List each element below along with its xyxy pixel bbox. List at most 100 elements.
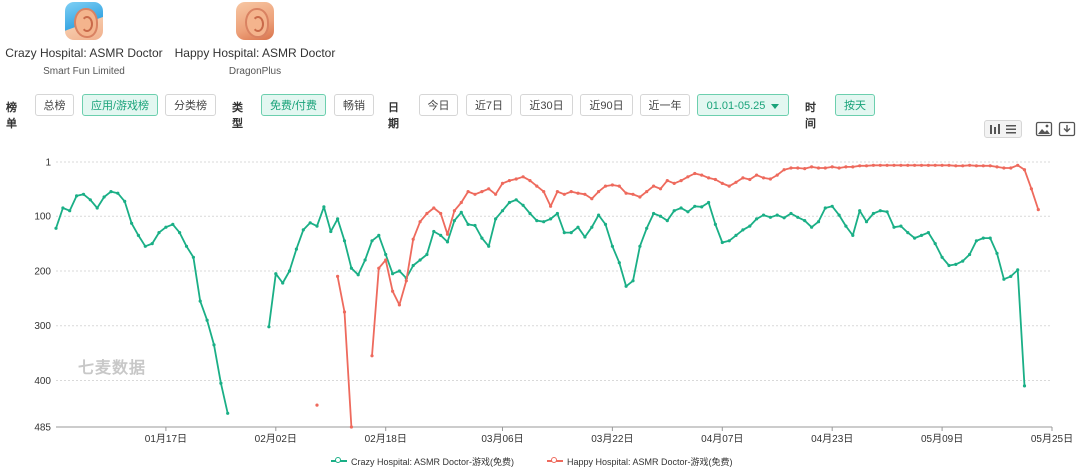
filter-app-game-list[interactable]: 应用/游戏榜 xyxy=(82,94,158,116)
data-point[interactable] xyxy=(542,220,546,224)
data-point[interactable] xyxy=(473,192,477,196)
data-point[interactable] xyxy=(418,258,422,262)
data-point[interactable] xyxy=(1002,166,1006,170)
data-point[interactable] xyxy=(500,209,505,213)
data-point[interactable] xyxy=(789,166,793,170)
data-point[interactable] xyxy=(631,279,635,283)
data-point[interactable] xyxy=(397,269,401,273)
filter-last-7-days[interactable]: 近7日 xyxy=(466,94,512,116)
data-point[interactable] xyxy=(425,211,429,216)
data-point[interactable] xyxy=(755,217,759,221)
data-point[interactable] xyxy=(75,194,79,198)
data-point[interactable] xyxy=(480,236,484,240)
save-image-button[interactable] xyxy=(1035,120,1053,138)
data-point[interactable] xyxy=(603,222,608,226)
data-point[interactable] xyxy=(761,176,766,180)
data-point[interactable] xyxy=(940,255,944,259)
data-point[interactable] xyxy=(665,179,669,183)
data-point[interactable] xyxy=(981,236,985,240)
data-point[interactable] xyxy=(1029,187,1033,191)
data-point[interactable] xyxy=(507,200,511,205)
data-point[interactable] xyxy=(377,266,381,270)
data-point[interactable] xyxy=(933,163,937,167)
data-point[interactable] xyxy=(397,303,401,307)
data-point[interactable] xyxy=(926,231,931,235)
data-point[interactable] xyxy=(466,222,470,226)
data-point[interactable] xyxy=(748,177,752,182)
data-point[interactable] xyxy=(198,299,202,303)
data-point[interactable] xyxy=(267,325,271,329)
data-point[interactable] xyxy=(157,231,161,235)
data-point[interactable] xyxy=(974,239,979,243)
data-point[interactable] xyxy=(645,190,649,194)
data-point[interactable] xyxy=(445,232,450,236)
data-point[interactable] xyxy=(954,164,958,168)
data-point[interactable] xyxy=(336,217,340,221)
data-point[interactable] xyxy=(425,252,429,257)
data-point[interactable] xyxy=(459,200,463,205)
data-point[interactable] xyxy=(768,177,773,181)
data-point[interactable] xyxy=(761,213,766,217)
data-point[interactable] xyxy=(679,179,683,183)
data-point[interactable] xyxy=(150,242,154,246)
data-point[interactable] xyxy=(555,211,560,216)
data-point[interactable] xyxy=(590,225,594,229)
data-point[interactable] xyxy=(514,177,518,181)
data-point[interactable] xyxy=(878,209,882,213)
data-point[interactable] xyxy=(617,184,621,188)
filter-free-paid[interactable]: 免费/付费 xyxy=(261,94,326,116)
data-point[interactable] xyxy=(899,224,903,228)
data-point[interactable] xyxy=(974,164,979,168)
data-point[interactable] xyxy=(782,168,786,172)
data-point[interactable] xyxy=(562,192,566,196)
data-point[interactable] xyxy=(487,187,491,191)
data-point[interactable] xyxy=(521,203,525,207)
data-point[interactable] xyxy=(741,176,745,180)
data-point[interactable] xyxy=(342,310,347,314)
data-point[interactable] xyxy=(136,233,140,237)
data-point[interactable] xyxy=(693,171,697,176)
data-point[interactable] xyxy=(713,177,718,182)
data-point[interactable] xyxy=(734,180,738,184)
data-point[interactable] xyxy=(109,190,113,194)
data-point[interactable] xyxy=(638,244,642,248)
data-point[interactable] xyxy=(844,224,848,228)
data-point[interactable] xyxy=(858,209,862,213)
data-point[interactable] xyxy=(851,233,855,237)
data-point[interactable] xyxy=(652,211,656,216)
data-point[interactable] xyxy=(823,166,827,170)
data-point[interactable] xyxy=(919,163,924,167)
data-point[interactable] xyxy=(349,266,353,270)
data-point[interactable] xyxy=(645,226,649,230)
data-point[interactable] xyxy=(576,191,580,195)
data-point[interactable] xyxy=(528,211,532,216)
data-point[interactable] xyxy=(116,191,120,195)
data-point[interactable] xyxy=(961,164,965,168)
data-point[interactable] xyxy=(418,220,422,224)
date-range-select[interactable]: 01.01-05.25 xyxy=(697,94,789,116)
data-point[interactable] xyxy=(871,163,876,167)
data-point[interactable] xyxy=(363,258,367,262)
data-point[interactable] xyxy=(624,284,628,288)
data-point[interactable] xyxy=(858,164,862,168)
data-point[interactable] xyxy=(88,198,92,202)
data-point[interactable] xyxy=(377,233,381,237)
data-point[interactable] xyxy=(404,279,408,283)
data-point[interactable] xyxy=(906,163,910,167)
data-point[interactable] xyxy=(803,219,807,223)
data-point[interactable] xyxy=(219,381,223,385)
data-point[interactable] xyxy=(329,229,333,234)
data-point[interactable] xyxy=(164,225,168,229)
data-point[interactable] xyxy=(287,269,292,273)
data-point[interactable] xyxy=(384,258,388,262)
data-point[interactable] xyxy=(968,163,972,167)
data-point[interactable] xyxy=(672,181,676,185)
data-point[interactable] xyxy=(1009,166,1013,170)
data-point[interactable] xyxy=(528,179,532,183)
data-point[interactable] xyxy=(81,192,86,196)
data-point[interactable] xyxy=(947,263,951,268)
data-point[interactable] xyxy=(810,225,814,229)
data-point[interactable] xyxy=(569,190,573,194)
data-point[interactable] xyxy=(816,220,821,224)
data-point[interactable] xyxy=(1016,268,1020,272)
